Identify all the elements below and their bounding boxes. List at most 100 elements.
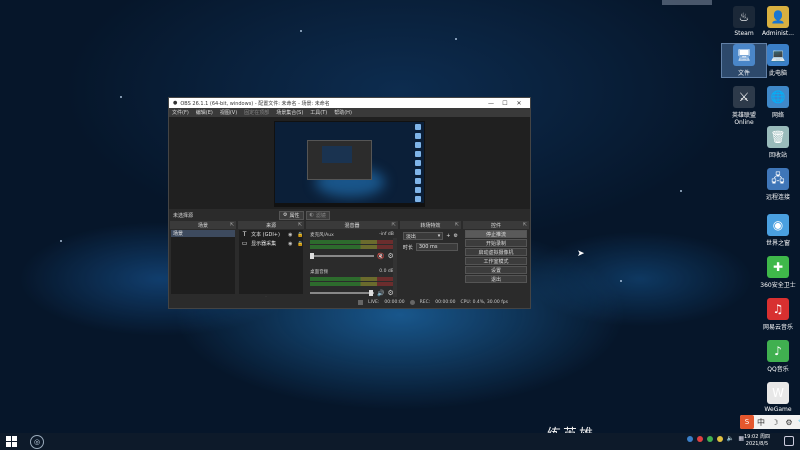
desktop-icon[interactable]: ♪ QQ音乐: [756, 340, 800, 373]
desktop-icon[interactable]: 💻 此电脑: [756, 44, 800, 77]
minimize-button[interactable]: —: [484, 100, 498, 107]
ime-button[interactable]: ☽: [768, 415, 782, 429]
desktop-icon[interactable]: ✚ 360安全卫士: [756, 256, 800, 289]
menu-item[interactable]: 编辑(E): [196, 109, 213, 116]
controls-dock-header: 控件 ⇱: [462, 221, 529, 229]
menu-item[interactable]: 场景集合(S): [276, 109, 303, 116]
ime-toolbar[interactable]: S中☽⚙👕: [740, 415, 800, 429]
volume-meter: [310, 245, 394, 249]
source-name: 文本 (GDI+): [251, 232, 280, 238]
obs-taskbar-icon[interactable]: ◎: [30, 434, 44, 449]
preview-mini-window: [307, 140, 372, 180]
source-item[interactable]: ▭ 显示器采集 ◉ 🔒: [239, 239, 304, 248]
obs-title: OBS 26.1.1 (64-bit, windows) - 配置文件: 未命名…: [180, 100, 330, 107]
desktop-icon[interactable]: 👤 Administ...: [756, 6, 800, 37]
close-button[interactable]: ✕: [512, 100, 526, 107]
preview-mini-canvas: [322, 146, 352, 163]
maximize-button[interactable]: ☐: [498, 100, 512, 107]
gear-icon: ⚙: [283, 212, 288, 218]
transitions-dock-title: 转场特效: [420, 222, 441, 229]
menu-item[interactable]: 视图(V): [220, 109, 237, 116]
tray-app-icon[interactable]: [686, 435, 693, 442]
lock-icon[interactable]: 🔒: [297, 241, 303, 247]
menu-item[interactable]: 帮助(H): [334, 109, 352, 116]
muted-speaker-icon[interactable]: 🔇: [377, 253, 384, 260]
transition-select-value: 淡出: [405, 233, 416, 240]
mixer-channel: 麦克风/Aux -inf dB 🔇 ⚙: [307, 230, 397, 267]
duration-input[interactable]: 300 ms: [415, 243, 458, 251]
volume-slider-handle[interactable]: [368, 290, 373, 296]
status-bar: LIVE: 00:00:00 REC: 00:00:00 CPU: 0.4%, …: [169, 297, 530, 308]
tray-app-icon[interactable]: [716, 435, 723, 442]
desktop-icon[interactable]: 🗑 回收站: [756, 126, 800, 159]
desktop-icon-label: 远程连接: [765, 194, 790, 201]
source-item[interactable]: T 文本 (GDI+) ◉ 🔒: [239, 230, 304, 239]
desktop-icon[interactable]: 🌐 网络: [756, 86, 800, 119]
control-button[interactable]: 设置: [464, 266, 527, 274]
volume-slider[interactable]: [310, 253, 375, 259]
obs-titlebar[interactable]: ● OBS 26.1.1 (64-bit, windows) - 配置文件: 未…: [169, 98, 530, 108]
source-type-icon: T: [242, 231, 247, 238]
volume-slider-handle[interactable]: [310, 253, 315, 259]
desktop-icon[interactable]: ◉ 世界之窗: [756, 214, 800, 247]
eye-icon[interactable]: ◉: [288, 241, 294, 247]
control-button[interactable]: 开始录制: [464, 239, 527, 247]
ime-button[interactable]: 中: [754, 415, 768, 429]
desktop-icon[interactable]: 🖧 远程连接: [756, 168, 800, 201]
mixer-channel-name: 桌面音频: [310, 270, 329, 275]
control-button[interactable]: 启动虚拟摄像机: [464, 248, 527, 256]
tray-app-icon[interactable]: [696, 435, 703, 442]
float-icon[interactable]: ⇱: [392, 222, 396, 228]
scene-list: 场景: [171, 230, 236, 294]
sources-dock-header: 来源 ⇱: [238, 221, 305, 229]
preview-canvas[interactable]: [274, 121, 425, 207]
float-icon[interactable]: ⇱: [230, 222, 234, 228]
ime-button[interactable]: S: [740, 415, 754, 429]
menu-item[interactable]: 固定在顶部: [244, 109, 269, 116]
float-icon[interactable]: ⇱: [298, 222, 302, 228]
start-button[interactable]: [4, 435, 18, 449]
volume-meter: [310, 277, 394, 281]
source-list: T 文本 (GDI+) ◉ 🔒 ▭ 显示器采集 ◉ 🔒: [239, 230, 303, 294]
duration-value: 300 ms: [418, 244, 438, 250]
mixer-channel-header: 桌面音频 0.0 dB: [310, 269, 394, 275]
menu-item[interactable]: 文件(F): [172, 109, 189, 116]
desktop-icon-label: WeGame: [764, 406, 792, 413]
control-button[interactable]: 退出: [464, 275, 527, 283]
filters-button[interactable]: ◐ 滤镜: [305, 210, 330, 220]
volume-icon[interactable]: 🔈: [727, 435, 734, 442]
rec-time: 00:00:00: [435, 300, 456, 305]
notification-icon[interactable]: [784, 436, 794, 446]
transition-add-icon[interactable]: +: [446, 233, 450, 239]
desktop-icon-label: 网络: [771, 112, 784, 119]
scenes-dock-title: 场景: [198, 222, 209, 229]
clock[interactable]: 19:02 周四 2021/8/5: [744, 434, 770, 448]
obs-window[interactable]: ● OBS 26.1.1 (64-bit, windows) - 配置文件: 未…: [168, 97, 531, 309]
lock-icon[interactable]: 🔒: [297, 232, 303, 238]
desktop-icon[interactable]: W WeGame: [756, 382, 800, 413]
properties-label: 属性: [289, 212, 300, 219]
float-icon[interactable]: ⇱: [523, 222, 527, 228]
rec-label: REC:: [419, 300, 431, 305]
control-button[interactable]: 停止推流: [464, 230, 527, 238]
transition-gear-icon[interactable]: ⚙: [453, 233, 457, 239]
mixer-scrollbar[interactable]: [392, 238, 397, 304]
properties-button[interactable]: ⚙ 属性: [279, 210, 304, 220]
desktop-icon-label: 此电脑: [768, 70, 787, 77]
eye-icon[interactable]: ◉: [288, 232, 294, 238]
mixer-dock-title: 混音器: [344, 222, 360, 229]
tray-app-icon[interactable]: [706, 435, 713, 442]
desktop-icon[interactable]: ♫ 网易云音乐: [756, 298, 800, 331]
ime-button[interactable]: 👕: [796, 415, 800, 429]
star: [455, 38, 457, 40]
scene-item[interactable]: 场景: [171, 230, 236, 237]
speaker-icon[interactable]: 🔊: [377, 290, 384, 297]
volume-slider[interactable]: [310, 290, 375, 296]
controls-dock: 控件 ⇱ 停止推流 开始录制 启动虚拟摄像机 工作室模式 设置 退出: [462, 221, 529, 305]
control-button[interactable]: 工作室模式: [464, 257, 527, 265]
mixer-channel-db: 0.0 dB: [379, 269, 394, 274]
menu-item[interactable]: 工具(T): [310, 109, 327, 116]
transition-select[interactable]: 淡出 ▾: [402, 232, 444, 240]
float-icon[interactable]: ⇱: [455, 222, 459, 228]
ime-button[interactable]: ⚙: [782, 415, 796, 429]
